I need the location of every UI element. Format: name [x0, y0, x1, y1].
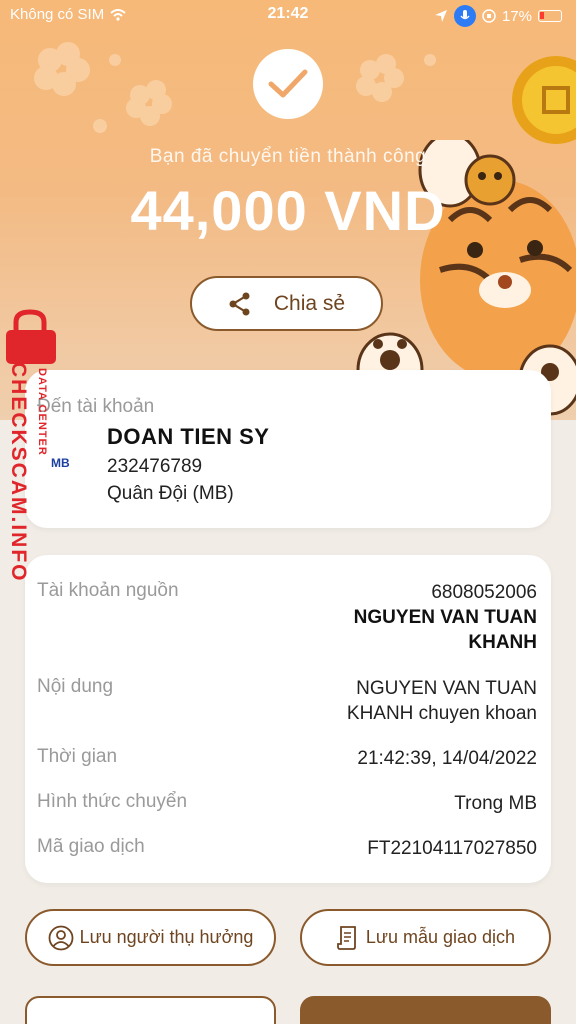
status-right: 17% — [434, 5, 562, 27]
method-row: Hình thức chuyển Trong MB — [37, 791, 537, 816]
source-account-row: Tài khoản nguồn 6808052006 NGUYEN VAN TU… — [37, 580, 537, 655]
save-template-button[interactable]: Lưu mẫu giao dịch — [300, 909, 551, 966]
transaction-id-value: FT22104117027850 — [367, 838, 537, 859]
status-bar: Không có SIM 21:42 17% — [0, 0, 576, 30]
source-name-line1: NGUYEN VAN TUAN — [353, 607, 537, 628]
content-line1: NGUYEN VAN TUAN — [356, 678, 537, 699]
share-label: Chia sẻ — [273, 291, 346, 315]
blossom-decoration — [34, 42, 172, 133]
bank-logo: MB — [51, 456, 70, 470]
person-icon — [48, 925, 73, 950]
source-account-label: Tài khoản nguồn — [37, 580, 179, 601]
battery-percent: 17% — [501, 7, 532, 25]
orientation-lock-icon — [482, 9, 496, 23]
recipient-card: Đến tài khoản MB DOAN TIEN SY 232476789 … — [25, 370, 551, 528]
watermark-subtext: DATA CENTER — [36, 368, 48, 456]
watermark-text: CHECKSCAM.INFO — [7, 362, 30, 583]
microphone-icon — [453, 5, 476, 27]
hero-banner: Không có SIM 21:42 17% Bạn đã chuyển tiề… — [0, 0, 576, 420]
secondary-bottom-button[interactable] — [25, 996, 276, 1024]
content-row: Nội dung NGUYEN VAN TUAN KHANH chuyen kh… — [37, 676, 537, 726]
share-icon — [229, 292, 250, 315]
save-beneficiary-button[interactable]: Lưu người thụ hưởng — [25, 909, 276, 966]
source-name-line2: KHANH — [468, 632, 537, 653]
lock-icon — [6, 309, 56, 364]
document-icon — [337, 925, 356, 950]
recipient-name: DOAN TIEN SY — [107, 424, 270, 449]
location-icon — [434, 10, 447, 22]
transfer-amount: 44,000 VND — [130, 179, 446, 242]
source-account-number: 6808052006 — [431, 582, 537, 603]
battery-icon — [538, 10, 562, 22]
recipient-bank: Quân Đội (MB) — [107, 483, 234, 504]
time-row: Thời gian 21:42:39, 14/04/2022 — [37, 746, 537, 771]
time-value: 21:42:39, 14/04/2022 — [357, 748, 537, 769]
transaction-detail-card: Tài khoản nguồn 6808052006 NGUYEN VAN TU… — [25, 555, 551, 883]
time-label: Thời gian — [37, 746, 118, 767]
coin-icon — [512, 56, 576, 144]
check-icon — [253, 49, 323, 119]
content-line2: KHANH chuyen khoan — [346, 703, 537, 724]
source-account-value: 6808052006 NGUYEN VAN TUAN KHANH — [354, 580, 537, 655]
share-button[interactable]: Chia sẻ — [190, 276, 383, 331]
recipient-account: 232476789 — [107, 456, 203, 477]
recipient-label: Đến tài khoản — [37, 396, 155, 417]
primary-bottom-button[interactable] — [300, 996, 551, 1024]
save-beneficiary-label: Lưu người thụ hưởng — [79, 927, 254, 947]
transaction-id-label: Mã giao dịch — [37, 836, 145, 857]
method-value: Trong MB — [454, 793, 537, 814]
transaction-id-row: Mã giao dịch FT22104117027850 — [37, 836, 537, 861]
success-message: Bạn đã chuyển tiền thành công — [149, 146, 427, 167]
blossom-decoration — [356, 54, 436, 102]
content-label: Nội dung — [37, 676, 114, 697]
content-value: NGUYEN VAN TUAN KHANH chuyen khoan — [347, 676, 537, 726]
method-label: Hình thức chuyển — [37, 791, 188, 812]
save-template-label: Lưu mẫu giao dịch — [365, 927, 516, 947]
